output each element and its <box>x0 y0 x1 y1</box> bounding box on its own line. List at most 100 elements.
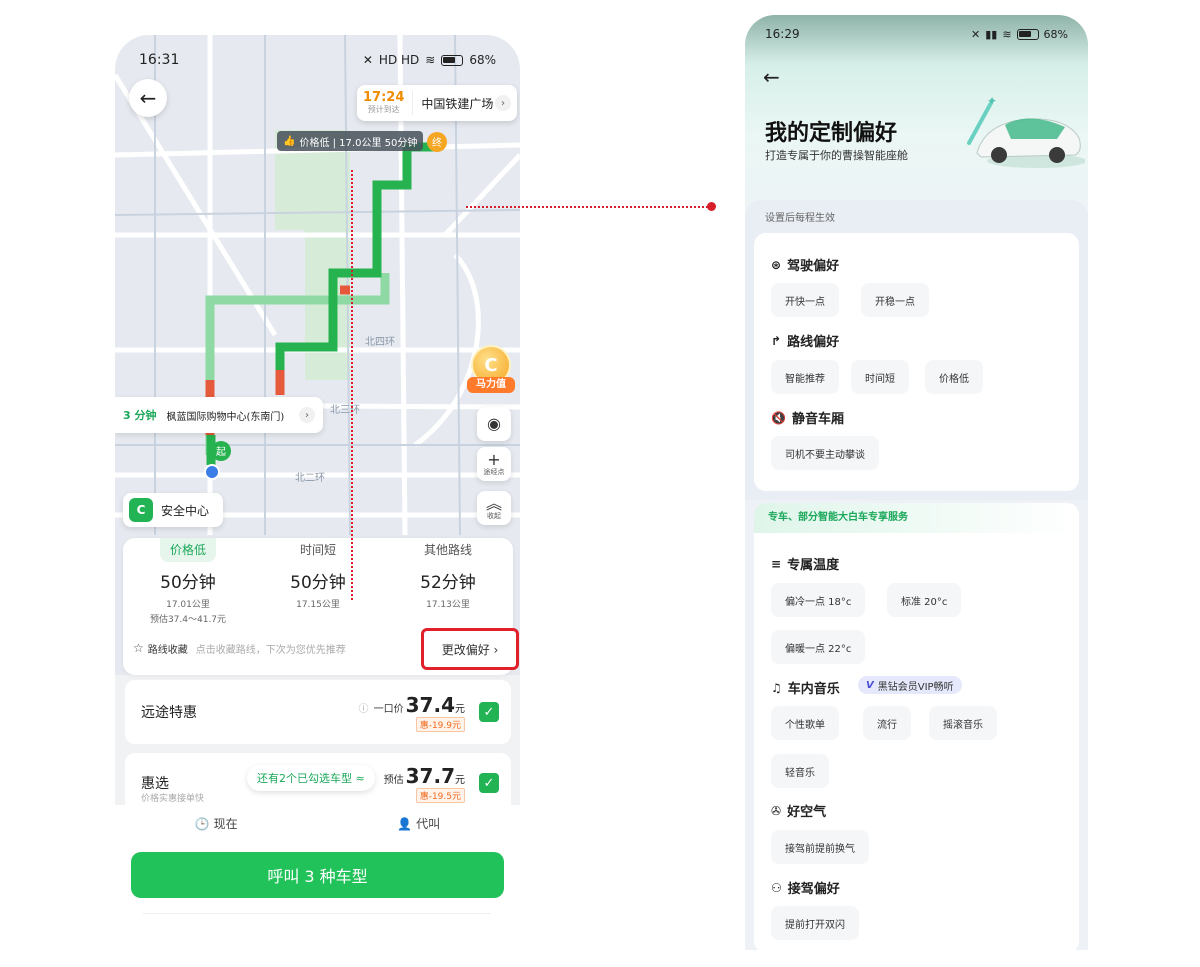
call-car-button[interactable]: 呼叫 3 种车型 <box>131 852 504 898</box>
divider <box>143 913 491 914</box>
chip-drive-steady[interactable]: 开稳一点 <box>861 283 929 317</box>
chip-lower-price[interactable]: 价格低 <box>925 360 983 394</box>
car-price-block: ⓘ 一口价 37.4元 惠-19.9元 <box>359 693 465 732</box>
safety-center-button[interactable]: C 安全中心 <box>123 493 223 527</box>
chevron-up-icon: ︽ <box>485 493 502 513</box>
section-title-text: 驾驶偏好 <box>787 259 840 274</box>
car-price-block: 预估 37.7元 惠-19.5元 <box>384 764 465 803</box>
thumbs-up-icon: 👍 <box>283 135 296 147</box>
chip-drive-faster[interactable]: 开快一点 <box>771 283 839 317</box>
chip-hazard-lights[interactable]: 提前打开双闪 <box>771 906 859 940</box>
checkbox-checked[interactable]: ✓ <box>479 702 499 722</box>
route-duration: 50分钟 <box>160 573 216 593</box>
route-tabs: 价格低 50分钟 17.01公里 预估37.4～41.7元 时间短 50分钟 1… <box>123 538 513 628</box>
driving-preference-title: ⊛ 驾驶偏好 <box>771 255 840 275</box>
fan-icon: ✇ <box>771 803 782 818</box>
car-subtitle: 价格实惠接单快 <box>141 794 205 804</box>
price-label: 预估 <box>383 774 404 786</box>
pickup-minutes: 3 分钟 <box>123 409 157 422</box>
status-bar: 16:29 ✕ ▮▮ ≋ 68% <box>745 27 1088 41</box>
clock-icon: 🕒 <box>194 817 210 831</box>
driver-icon: ⚇ <box>771 880 782 895</box>
signal-icon: ▮▮ <box>985 27 998 41</box>
chip-music-rock[interactable]: 摇滚音乐 <box>929 706 997 740</box>
route-duration: 50分钟 <box>290 573 346 593</box>
call-for-others-option[interactable]: 👤 代叫 <box>318 815 521 841</box>
status-icons: ✕ ▮▮ ≋ 68% <box>971 27 1068 41</box>
route-tab-label: 时间短 <box>299 543 336 557</box>
price-unit: 元 <box>455 703 465 715</box>
route-distance: 17.13公里 <box>426 600 470 610</box>
chip-no-chat[interactable]: 司机不要主动攀谈 <box>771 436 879 470</box>
music-title: ♫ 车内音乐 <box>771 678 840 698</box>
route-favorite-label[interactable]: 路线收藏 <box>148 641 188 656</box>
route-tab-fast[interactable]: 时间短 50分钟 17.15公里 <box>253 538 383 628</box>
vip-icon: V <box>866 679 874 691</box>
call-car-label: 呼叫 3 种车型 <box>267 867 368 886</box>
back-button[interactable]: ← <box>129 79 167 117</box>
route-options-panel: 价格低 50分钟 17.01公里 预估37.4～41.7元 时间短 50分钟 1… <box>123 538 519 675</box>
call-for-others-label: 代叫 <box>416 817 441 831</box>
battery-icon <box>441 54 464 66</box>
change-preference-button[interactable]: 更改偏好 › <box>421 628 519 670</box>
park-area <box>305 230 350 380</box>
route-tab-cheap[interactable]: 价格低 50分钟 17.01公里 预估37.4～41.7元 <box>123 538 253 628</box>
battery-text: 68% <box>469 53 496 67</box>
section-title-text: 好空气 <box>787 805 827 820</box>
battery-icon <box>1016 28 1039 40</box>
price-label: 一口价 <box>373 703 404 715</box>
chip-music-light[interactable]: 轻音乐 <box>771 754 829 788</box>
add-waypoint-button[interactable]: + 途经点 <box>477 447 511 481</box>
chip-temp-cool[interactable]: 偏冷一点 18°c <box>771 583 866 617</box>
start-marker-text: 起 <box>216 446 226 458</box>
route-tab-other[interactable]: 其他路线 52分钟 17.13公里 <box>383 538 513 628</box>
star-icon[interactable]: ☆ <box>133 641 144 655</box>
status-time: 16:31 <box>139 52 180 68</box>
preferences-screen: 16:29 ✕ ▮▮ ≋ 68% ← 我的定制偏好 打造专属于你的曹操智能座舱 … <box>745 15 1088 950</box>
wifi-icon: ≋ <box>425 53 436 67</box>
pickup-card[interactable]: 3 分钟 枫蓝国际购物中心(东南门) › <box>115 397 323 433</box>
section-title-text: 路线偏好 <box>787 335 840 350</box>
svg-text:✦: ✦ <box>987 94 997 108</box>
status-bar: 16:31 ✕ HD HD ≋ 68% <box>115 35 520 85</box>
safety-center-label: 安全中心 <box>161 503 210 518</box>
call-now-option[interactable]: 🕒 现在 <box>115 815 318 841</box>
collapse-label: 收起 <box>487 511 501 520</box>
info-icon[interactable]: ⓘ <box>359 704 369 715</box>
route-label: 👍 价格低 | 17.0公里 50分钟 <box>277 131 424 151</box>
mute-speaker-icon: 🔇 <box>771 410 786 425</box>
chip-temp-standard[interactable]: 标准 20°c <box>887 583 962 617</box>
chip-temp-warm[interactable]: 偏暖一点 22°c <box>771 630 866 664</box>
vip-badge[interactable]: V 黑钻会员VIP畅听 <box>858 676 962 694</box>
chip-music-personal[interactable]: 个性歌单 <box>771 706 839 740</box>
quiet-cabin-title: 🔇 静音车厢 <box>771 408 844 428</box>
chevron-right-icon: › <box>495 95 511 111</box>
person-icon: 👤 <box>397 817 413 831</box>
eta-time: 17:24 <box>363 90 405 105</box>
locate-button[interactable]: ◉ <box>477 407 511 441</box>
destination-card[interactable]: 17:24 预计到达 中国铁建广场 › <box>357 85 517 121</box>
section-title-text: 接驾偏好 <box>787 882 840 897</box>
music-note-icon: ♫ <box>771 680 782 695</box>
price-unit: 元 <box>455 774 465 786</box>
mute-icon: ✕ <box>971 27 981 41</box>
chip-smart-recommend[interactable]: 智能推荐 <box>771 360 839 394</box>
status-time: 16:29 <box>765 27 800 41</box>
collapse-button[interactable]: ︽ 收起 <box>477 491 511 525</box>
chevron-right-icon: › <box>299 407 315 423</box>
car-option-long-distance[interactable]: 远途特惠 ⓘ 一口价 37.4元 惠-19.9元 ✓ <box>125 680 511 744</box>
horsepower-coin[interactable]: C 马力值 <box>467 345 515 395</box>
chip-air-refresh[interactable]: 接驾前提前换气 <box>771 830 869 864</box>
checkbox-checked[interactable]: ✓ <box>479 773 499 793</box>
chip-shorter-time[interactable]: 时间短 <box>851 360 909 394</box>
chip-music-pop[interactable]: 流行 <box>863 706 911 740</box>
back-button[interactable]: ← <box>763 65 780 89</box>
connector-line-vertical <box>351 170 353 600</box>
price-value: 37.4 <box>405 692 455 717</box>
route-tab-label: 其他路线 <box>423 543 472 557</box>
selected-cars-text: 还有2个已勾选车型 ≈ <box>257 772 365 785</box>
air-title: ✇ 好空气 <box>771 801 827 821</box>
change-preference-label: 更改偏好 › <box>441 642 499 657</box>
route-price: 预估37.4～41.7元 <box>149 615 227 625</box>
selected-cars-pill[interactable]: 还有2个已勾选车型 ≈ <box>247 765 375 791</box>
